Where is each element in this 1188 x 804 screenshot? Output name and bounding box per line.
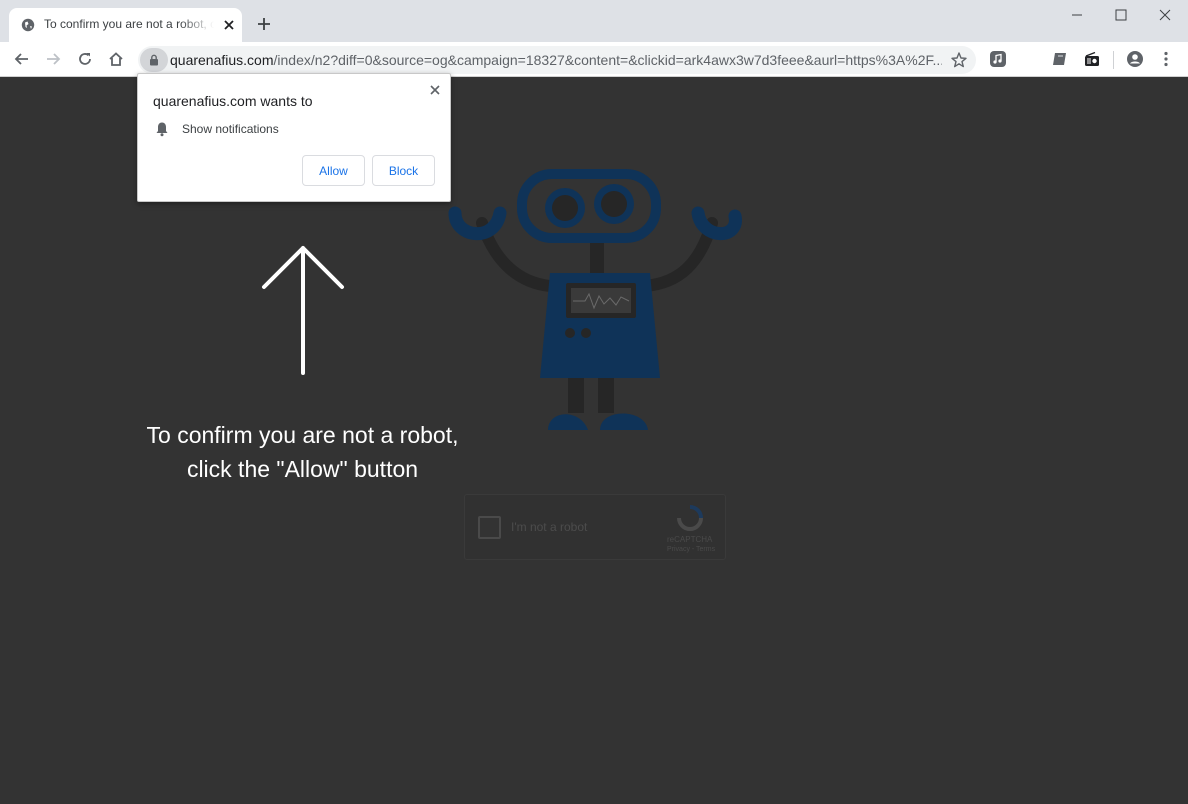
close-icon[interactable] [427, 82, 443, 98]
prompt-title: quarenafius.com wants to [153, 93, 313, 109]
captcha-checkbox[interactable] [478, 516, 501, 539]
captcha-brand: reCAPTCHA [667, 535, 713, 544]
menu-icon[interactable] [1157, 50, 1175, 68]
reload-icon[interactable] [76, 50, 94, 68]
arrow-up-icon [262, 246, 344, 375]
url-text: quarenafius.com/index/n2?diff=0&source=o… [170, 52, 942, 68]
address-bar[interactable]: quarenafius.com/index/n2?diff=0&source=o… [138, 46, 976, 74]
globe-icon [21, 18, 35, 32]
plus-icon[interactable] [255, 15, 273, 33]
bell-icon [156, 122, 168, 137]
radio-extension-icon[interactable] [1083, 50, 1101, 68]
browser-tab[interactable]: To confirm you are not a robot, click th… [9, 8, 242, 42]
star-icon[interactable] [950, 51, 968, 69]
robot-illustration [448, 169, 742, 430]
home-icon[interactable] [107, 50, 125, 68]
captcha-label: I'm not a robot [511, 520, 588, 534]
browser-toolbar: quarenafius.com/index/n2?diff=0&source=o… [0, 42, 1188, 77]
site-info-button[interactable] [140, 48, 168, 72]
permission-label: Show notifications [182, 122, 279, 136]
notification-permission-prompt: quarenafius.com wants to Show notificati… [137, 73, 451, 202]
lock-icon [150, 54, 158, 66]
window-close-icon[interactable] [1156, 6, 1174, 24]
close-icon[interactable] [221, 17, 237, 33]
forward-icon[interactable] [44, 50, 62, 68]
maximize-icon[interactable] [1112, 6, 1130, 24]
music-extension-icon[interactable] [989, 50, 1007, 68]
instruction-line-2: click the "Allow" button [186, 456, 419, 482]
extension-icon[interactable] [1051, 50, 1069, 68]
back-icon[interactable] [13, 50, 31, 68]
profile-icon[interactable] [1126, 50, 1144, 68]
tab-strip: To confirm you are not a robot, click th… [0, 0, 1188, 42]
url-host: quarenafius.com [170, 52, 274, 68]
instruction-text: To confirm you are not a robot, click th… [120, 418, 485, 486]
toolbar-separator [1113, 51, 1114, 69]
instruction-line-1: To confirm you are not a robot, [146, 422, 459, 448]
block-button[interactable]: Block [372, 155, 435, 186]
minimize-icon[interactable] [1068, 6, 1086, 24]
fake-captcha[interactable]: I'm not a robot reCAPTCHA Privacy - Term… [464, 494, 726, 560]
tab-title: To confirm you are not a robot, click th… [44, 17, 214, 31]
allow-button[interactable]: Allow [302, 155, 365, 186]
recaptcha-logo-icon [677, 505, 703, 531]
captcha-terms[interactable]: Privacy - Terms [667, 546, 715, 553]
url-path: /index/n2?diff=0&source=og&campaign=1832… [273, 52, 942, 68]
